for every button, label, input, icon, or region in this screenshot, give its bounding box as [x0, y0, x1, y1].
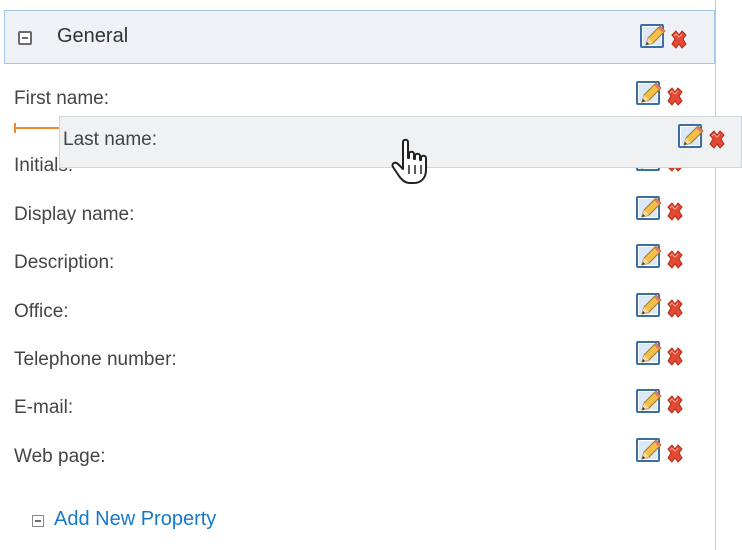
group-actions [639, 23, 699, 53]
property-label-web-page: Web page: [14, 446, 106, 467]
group-title: General [57, 25, 129, 47]
property-label-email: E-mail: [14, 397, 74, 418]
edit-icon[interactable] [635, 340, 663, 368]
property-label-last-name: Last name: [63, 129, 157, 150]
property-actions [635, 388, 695, 418]
edit-icon[interactable] [635, 292, 663, 320]
edit-icon[interactable] [635, 388, 663, 416]
edit-icon[interactable] [635, 243, 663, 271]
delete-icon[interactable] [664, 298, 686, 320]
property-actions [635, 243, 695, 273]
delete-icon[interactable] [664, 201, 686, 223]
hand-pointer-icon [391, 138, 427, 184]
add-new-property-link[interactable]: Add New Property [54, 508, 216, 531]
edit-icon[interactable] [635, 195, 663, 223]
delete-icon[interactable] [664, 346, 686, 368]
property-actions [635, 195, 695, 225]
property-actions [635, 340, 695, 370]
property-label-telephone-number: Telephone number: [14, 349, 177, 370]
property-actions [635, 292, 695, 322]
delete-icon[interactable] [664, 394, 686, 416]
edit-icon[interactable] [639, 23, 667, 51]
edit-icon[interactable] [635, 437, 663, 465]
delete-icon[interactable] [664, 249, 686, 271]
property-actions [635, 437, 695, 467]
edit-icon[interactable] [635, 80, 663, 108]
delete-icon[interactable] [664, 86, 686, 108]
property-label-description: Description: [14, 252, 115, 273]
property-label-first-name: First name: [14, 88, 110, 109]
property-actions [635, 80, 695, 110]
edit-icon[interactable] [677, 123, 705, 151]
property-label-office: Office: [14, 301, 69, 322]
property-actions [677, 123, 737, 153]
properties-panel: General First name: Initials: Display na… [0, 0, 716, 550]
collapse-icon[interactable] [32, 515, 44, 527]
collapse-icon[interactable] [18, 31, 32, 45]
delete-icon[interactable] [668, 29, 690, 51]
delete-icon[interactable] [664, 443, 686, 465]
group-header[interactable]: General [4, 10, 715, 64]
property-label-display-name: Display name: [14, 204, 135, 225]
delete-icon[interactable] [706, 129, 728, 151]
drop-marker [14, 123, 60, 133]
